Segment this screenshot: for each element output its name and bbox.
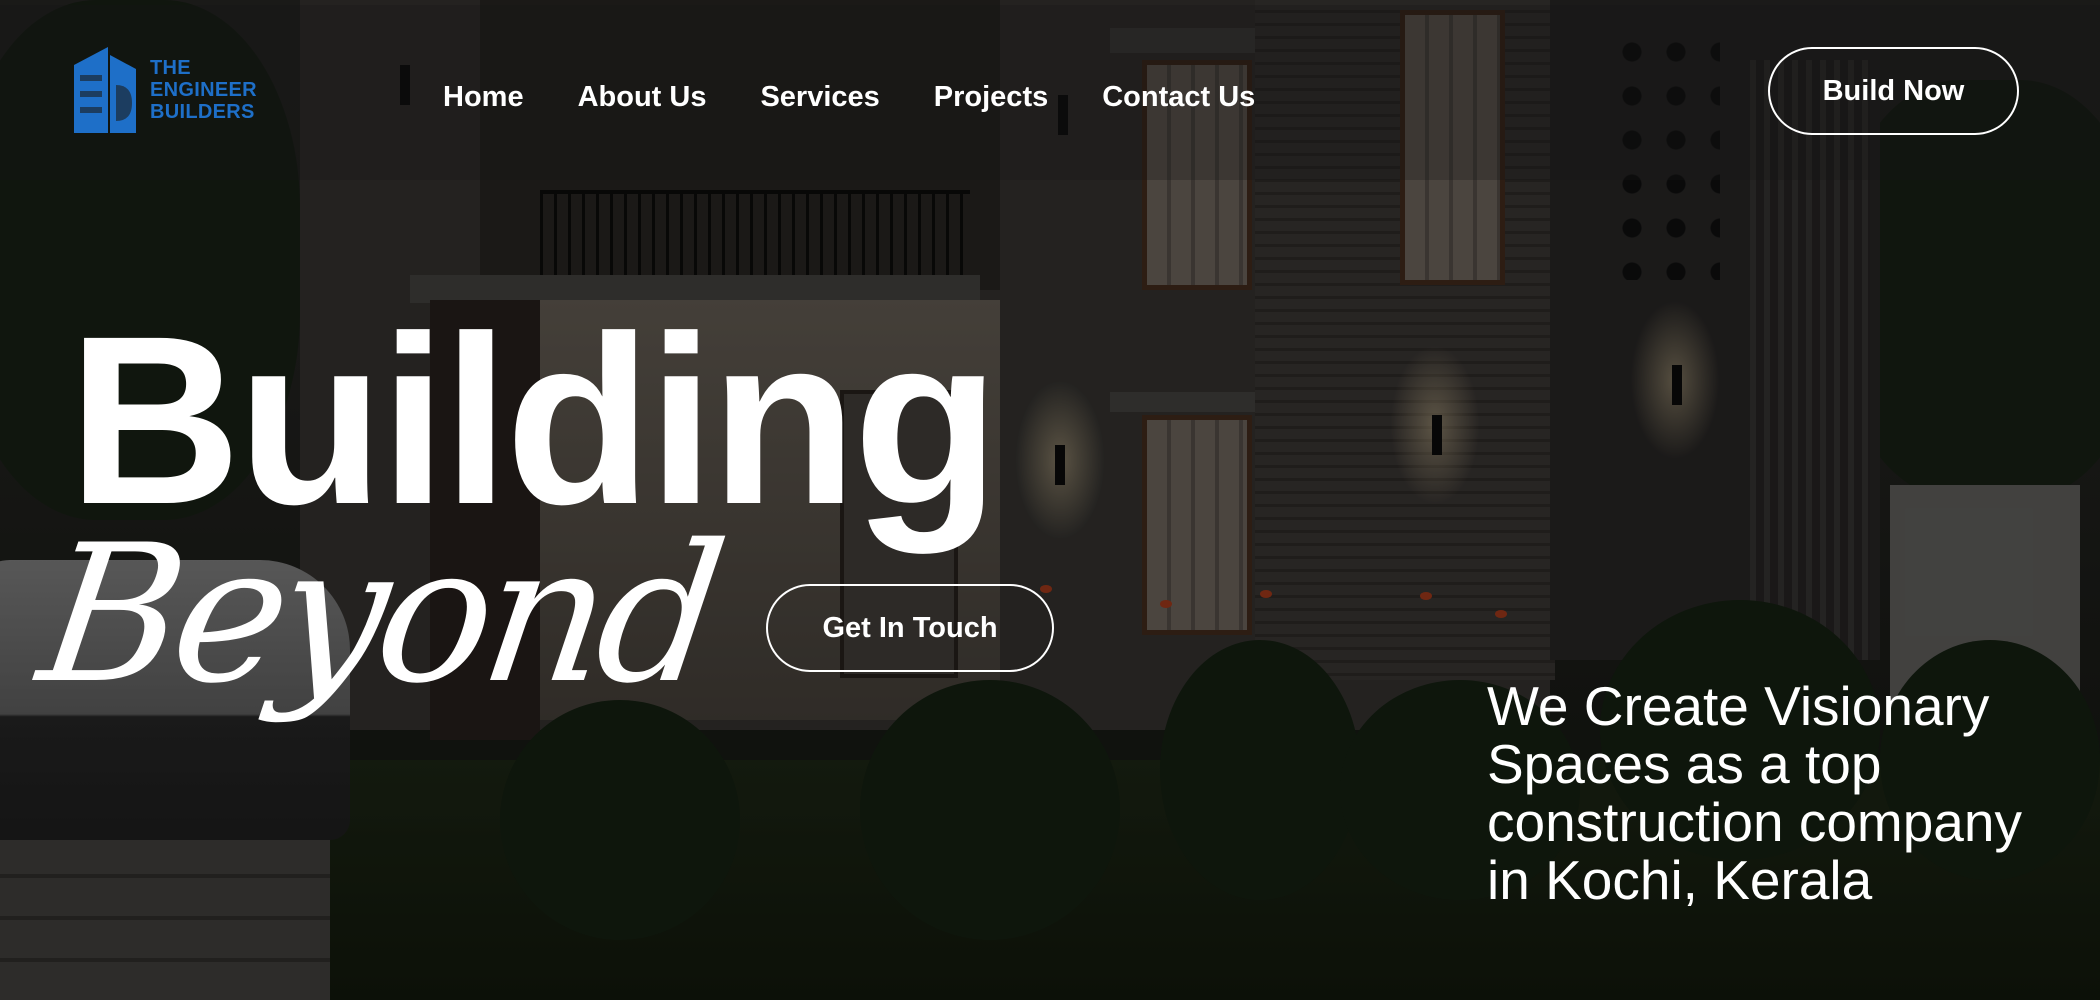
main-navigation: Home About Us Services Projects Contact … xyxy=(443,81,1309,114)
build-now-button[interactable]: Build Now xyxy=(1768,47,2019,135)
building-logo-icon xyxy=(74,47,136,133)
logo-line-1: THE xyxy=(150,57,191,79)
nav-projects[interactable]: Projects xyxy=(934,81,1048,114)
site-logo[interactable]: THE ENGINEER BUILDERS xyxy=(70,45,257,135)
nav-about-us[interactable]: About Us xyxy=(578,81,707,114)
nav-home[interactable]: Home xyxy=(443,81,524,114)
site-header: THE ENGINEER BUILDERS Home About Us Serv… xyxy=(0,5,2100,180)
hero-script-word: Beyond xyxy=(28,504,730,725)
nav-contact-us[interactable]: Contact Us xyxy=(1102,81,1255,114)
nav-services[interactable]: Services xyxy=(760,81,879,114)
get-in-touch-button[interactable]: Get In Touch xyxy=(766,584,1054,672)
hero-tagline: We Create Visionary Spaces as a top cons… xyxy=(1487,675,2022,911)
logo-wordmark: THE ENGINEER BUILDERS xyxy=(150,57,257,123)
logo-line-2: ENGINEER xyxy=(150,79,257,101)
logo-line-3: BUILDERS xyxy=(150,101,255,123)
